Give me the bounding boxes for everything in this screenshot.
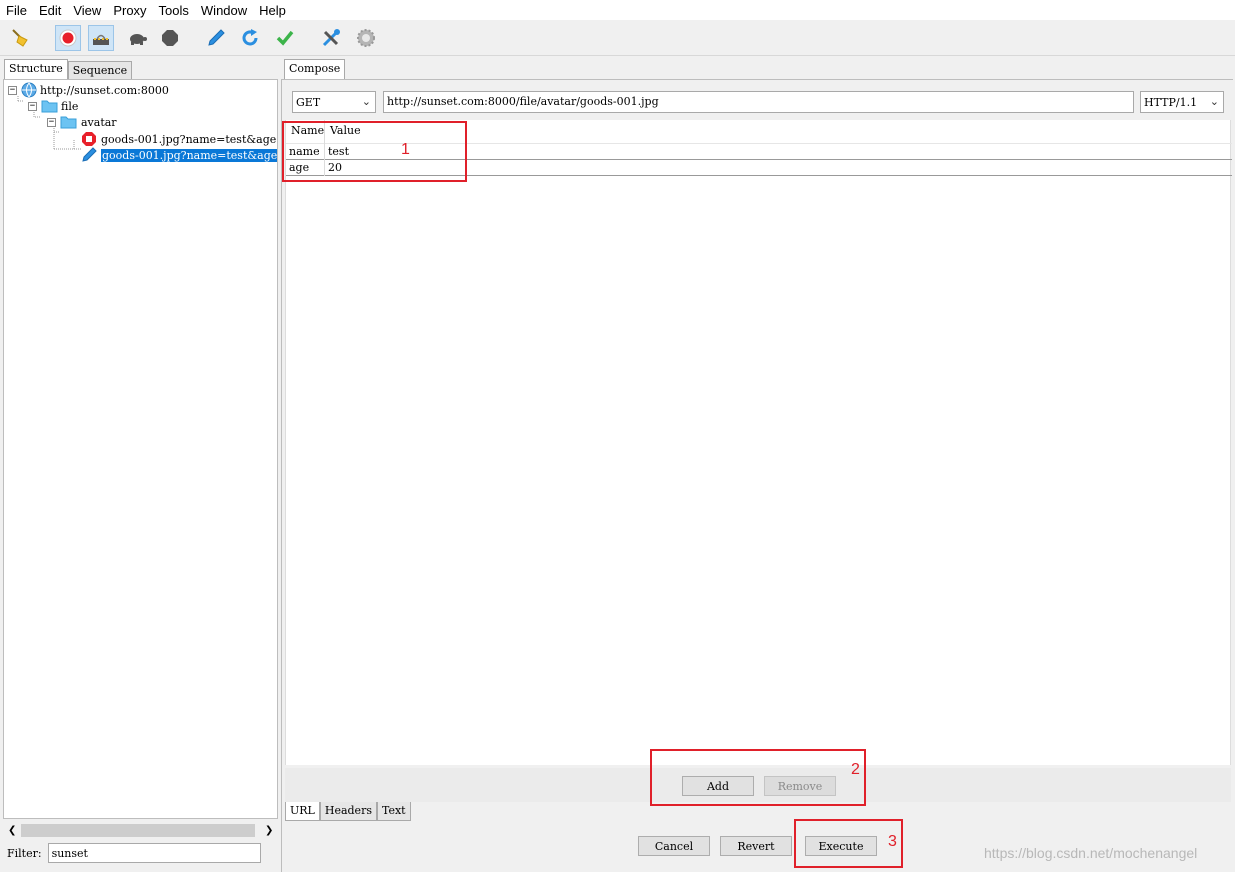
tree-node-request-1[interactable]: goods-001.jpg?name=test&age=20 (81, 131, 277, 147)
tree-label: avatar (81, 115, 117, 129)
filter-input[interactable] (47, 843, 261, 863)
pen-icon (82, 147, 97, 162)
chevron-right-icon[interactable]: ❯ (265, 825, 273, 836)
menu-window[interactable]: Window (195, 3, 253, 18)
refresh-icon[interactable] (237, 25, 263, 51)
annotation-box-params (282, 121, 467, 182)
throttle-icon[interactable] (88, 25, 114, 51)
collapse-toggle[interactable]: − (28, 101, 37, 111)
menu-tools[interactable]: Tools (153, 3, 195, 18)
params-table: Name Value name test age 20 (285, 120, 1232, 765)
annotation-number: 2 (851, 761, 860, 778)
tree-label: goods-001.jpg?name=test&age=20 (101, 132, 277, 146)
menu-edit[interactable]: Edit (33, 3, 67, 18)
menu-bar: File Edit View Proxy Tools Window Help (0, 0, 1235, 20)
tree-horizontal-scrollbar[interactable]: ❮ ❯ (3, 822, 278, 838)
settings-icon[interactable] (353, 25, 379, 51)
menu-proxy[interactable]: Proxy (107, 3, 152, 18)
tree-node-request-2[interactable]: goods-001.jpg?name=test&age=20 (81, 147, 277, 163)
check-icon[interactable] (272, 25, 298, 51)
broom-icon[interactable] (7, 25, 33, 51)
tab-url[interactable]: URL (285, 802, 320, 821)
tree-node-file[interactable]: − file (28, 98, 78, 114)
stop-icon[interactable] (157, 25, 183, 51)
tree-label: goods-001.jpg?name=test&age=20 (101, 148, 277, 162)
method-select[interactable]: GET ⌄ (292, 91, 376, 113)
tree-label: file (61, 99, 79, 113)
filter-label: Filter: (7, 846, 42, 860)
http-version-select[interactable]: HTTP/1.1 ⌄ (1140, 91, 1224, 113)
collapse-toggle[interactable]: − (8, 85, 17, 95)
globe-icon (21, 82, 37, 98)
menu-view[interactable]: View (67, 3, 107, 18)
tools-icon[interactable] (318, 25, 344, 51)
right-tab-strip: Compose (284, 59, 346, 80)
tree-node-host[interactable]: − http://sunset.com:8000 (8, 82, 169, 98)
structure-tree: − http://sunset.com:8000 − file − avatar… (3, 79, 278, 819)
menu-help[interactable]: Help (253, 3, 292, 18)
tab-headers[interactable]: Headers (319, 802, 377, 821)
record-icon[interactable] (55, 25, 81, 51)
watermark: https://blog.csdn.net/mochenangel (984, 845, 1198, 861)
chevron-down-icon: ⌄ (361, 95, 371, 108)
tab-compose[interactable]: Compose (284, 59, 346, 80)
bottom-tab-strip: URL Headers Text (285, 802, 411, 821)
tab-sequence[interactable]: Sequence (67, 61, 133, 80)
tab-structure[interactable]: Structure (4, 59, 68, 80)
http-version-value: HTTP/1.1 (1144, 95, 1198, 109)
collapse-toggle[interactable]: − (47, 117, 56, 127)
tree-node-avatar[interactable]: − avatar (47, 114, 117, 130)
toolbar (0, 20, 1235, 56)
structure-pane: Structure Sequence − http://sunset.com:8… (1, 57, 279, 872)
folder-icon (41, 100, 58, 113)
annotation-box-execute (794, 819, 903, 868)
cancel-button[interactable]: Cancel (638, 836, 710, 856)
filter-row: Filter: (7, 843, 261, 863)
tab-text[interactable]: Text (376, 802, 411, 821)
chevron-left-icon[interactable]: ❮ (8, 825, 16, 836)
scrollbar-thumb[interactable] (21, 823, 255, 837)
annotation-number: 1 (401, 141, 410, 158)
annotation-box-add-remove (650, 749, 866, 806)
left-tab-strip: Structure Sequence (4, 59, 133, 80)
folder-icon (60, 116, 77, 129)
pen-icon[interactable] (203, 25, 229, 51)
method-value: GET (296, 95, 321, 109)
chevron-down-icon: ⌄ (1209, 95, 1219, 108)
revert-button[interactable]: Revert (720, 836, 792, 856)
annotation-number: 3 (888, 833, 897, 850)
turtle-icon[interactable] (124, 25, 150, 51)
error-request-icon (82, 132, 96, 146)
menu-file[interactable]: File (0, 3, 33, 18)
tree-label: http://sunset.com:8000 (40, 83, 169, 97)
url-input[interactable]: http://sunset.com:8000/file/avatar/goods… (383, 91, 1134, 113)
